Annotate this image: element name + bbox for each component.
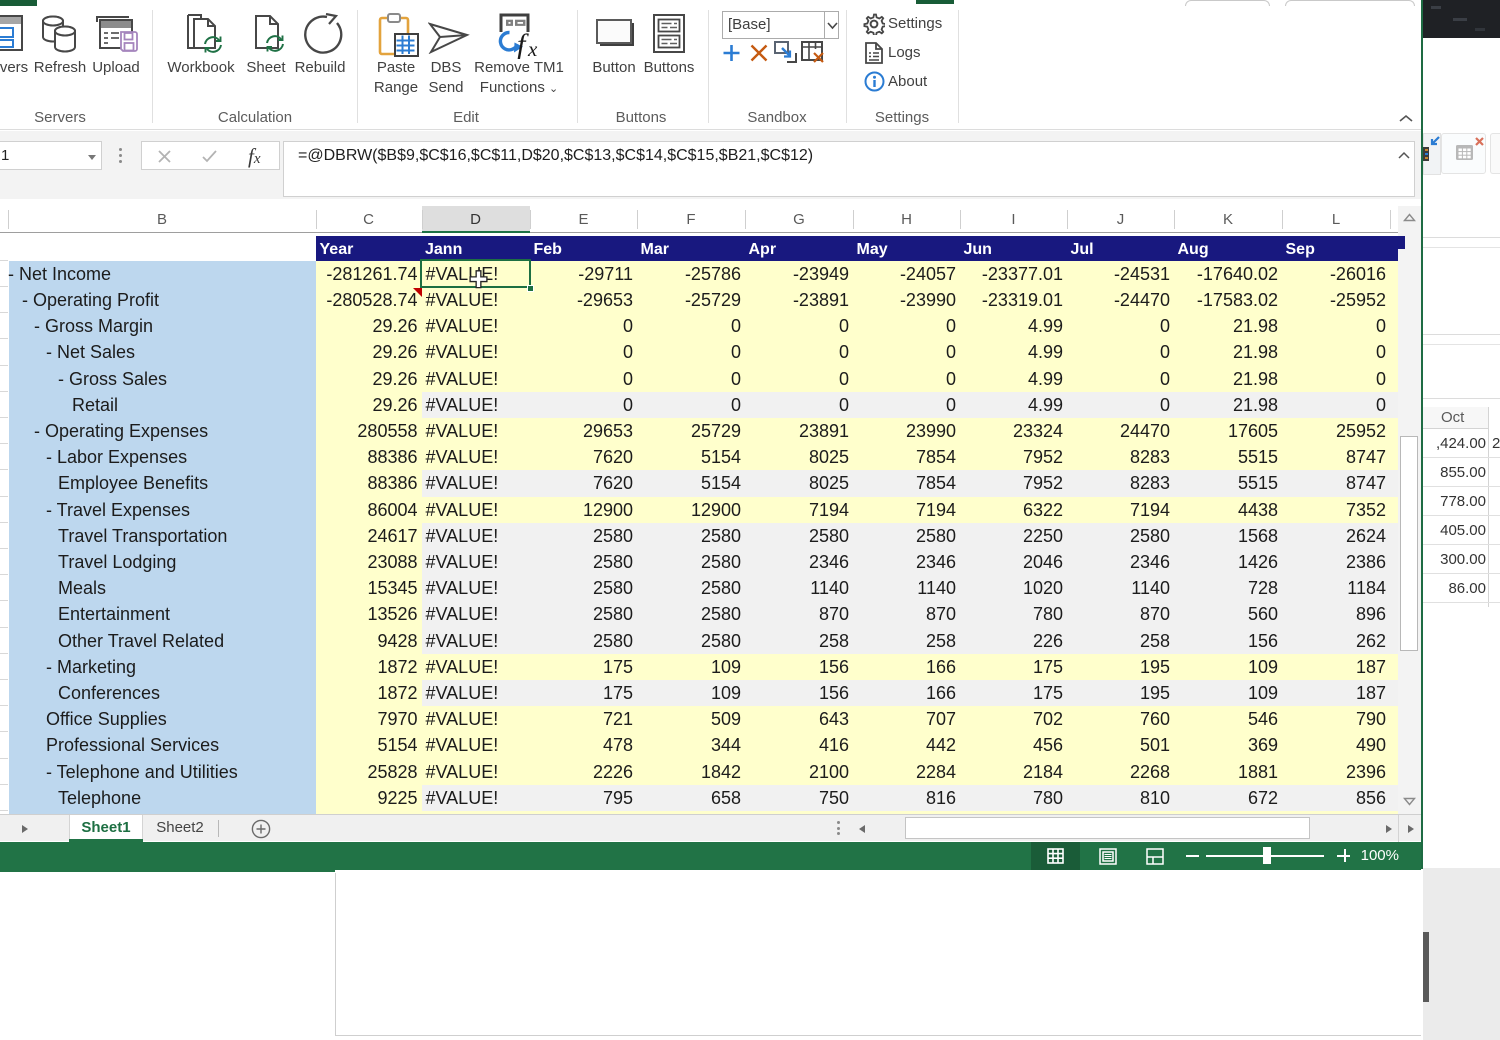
svg-text:x: x	[527, 37, 538, 59]
